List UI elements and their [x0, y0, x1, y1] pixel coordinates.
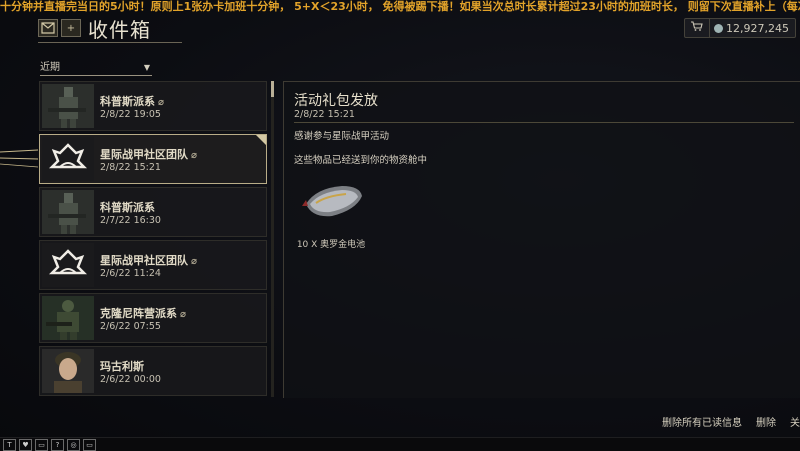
message-date: 2/8/22 15:21 — [100, 162, 161, 173]
detail-date: 2/8/22 15:21 — [294, 109, 355, 120]
message-date: 2/6/22 00:00 — [100, 374, 161, 385]
message-sender: 科普斯派系 — [100, 201, 155, 214]
taskbar-icon[interactable]: T — [3, 438, 16, 451]
delete-read-button[interactable]: 删除所有已读信息 — [662, 414, 742, 432]
stream-ticker: 十分钟并直播完当日的5小时！原则上1张办卡加班十分钟， 5+X＜23小时， 免得… — [0, 0, 800, 13]
message-sender: 星际战甲社区团队 — [100, 148, 188, 161]
taskbar-icon[interactable]: ▭ — [35, 438, 48, 451]
detail-title: 活动礼包发放 — [294, 93, 378, 109]
message-item[interactable]: 克隆尼阵营派系 ⌀ 2/6/22 07:55 — [39, 293, 267, 343]
paperclip-icon: ⌀ — [191, 150, 198, 161]
taskbar-icon[interactable]: ◎ — [67, 438, 80, 451]
attachment-label: 10 X 奥罗金电池 — [296, 240, 366, 250]
grineer-soldier-avatar — [42, 296, 94, 340]
message-item[interactable]: 星际战甲社区团队 ⌀ 2/6/22 11:24 — [39, 240, 267, 290]
page-title: 收件箱 — [88, 17, 151, 42]
taskbar: T ♥ ▭ ? ◎ ▭ — [0, 437, 800, 451]
attachment-item[interactable]: 10 X 奥罗金电池 — [296, 170, 366, 250]
message-list-scrollbar[interactable] — [271, 81, 274, 397]
mail-icon[interactable] — [38, 19, 58, 37]
detail-body-line2: 这些物品已经送到你的物资舱中 — [294, 155, 428, 166]
bottom-actions: 删除所有已读信息 删除 关 — [648, 414, 800, 432]
credits-display: 12,927,245 — [684, 18, 796, 38]
message-sender: 克隆尼阵营派系 — [100, 307, 177, 320]
paperclip-icon: ⌀ — [158, 97, 165, 108]
message-item-selected[interactable]: 星际战甲社区团队 ⌀ 2/8/22 15:21 — [39, 134, 267, 184]
message-sender: 星际战甲社区团队 — [100, 254, 188, 267]
corpus-soldier-avatar — [42, 84, 94, 128]
delete-button[interactable]: 删除 — [756, 414, 776, 432]
title-divider — [38, 42, 182, 43]
paperclip-icon: ⌀ — [191, 256, 198, 267]
message-sender: 玛古利斯 — [100, 360, 144, 373]
cart-icon[interactable] — [685, 19, 711, 37]
orokin-cell-icon — [302, 186, 362, 217]
paperclip-icon: ⌀ — [180, 309, 187, 320]
inbox-titlebar: + 收件箱 — [38, 14, 151, 42]
credits-icon — [714, 23, 724, 33]
woman-portrait-avatar — [42, 349, 94, 393]
message-date: 2/6/22 07:55 — [100, 321, 161, 332]
lotus-emblem-avatar — [42, 243, 94, 287]
message-list: 科普斯派系 ⌀ 2/8/22 19:05 星际战甲社区团队 ⌀ 2/8/22 15:… — [38, 81, 268, 397]
scrollbar-thumb[interactable] — [271, 81, 274, 97]
message-item[interactable]: 科普斯派系 ⌀ 2/8/22 19:05 — [39, 81, 267, 131]
taskbar-icon[interactable]: ? — [51, 438, 64, 451]
taskbar-icon[interactable]: ♥ — [19, 438, 32, 451]
message-detail-panel: 活动礼包发放 2/8/22 15:21 感谢参与星际战甲活动 这些物品已经送到你… — [283, 81, 800, 398]
detail-divider — [294, 122, 794, 123]
filter-selected: 近期 — [40, 62, 60, 73]
message-date: 2/7/22 16:30 — [100, 215, 161, 226]
add-icon[interactable]: + — [61, 19, 81, 37]
selected-corner-marker — [256, 135, 266, 145]
message-item[interactable]: 玛古利斯 2/6/22 00:00 — [39, 346, 267, 396]
message-sender: 科普斯派系 — [100, 95, 155, 108]
lotus-emblem-avatar — [42, 137, 94, 181]
close-button[interactable]: 关 — [790, 414, 800, 432]
credits-value: 12,927,245 — [726, 21, 789, 35]
corpus-soldier-avatar — [42, 190, 94, 234]
chevron-down-icon: ▼ — [143, 63, 150, 72]
decorative-lines — [0, 149, 39, 168]
message-item[interactable]: 科普斯派系 2/7/22 16:30 — [39, 187, 267, 237]
message-date: 2/8/22 19:05 — [100, 109, 161, 120]
detail-body-line1: 感谢参与星际战甲活动 — [294, 131, 390, 142]
filter-dropdown[interactable]: 近期 ▼ — [40, 61, 152, 76]
message-date: 2/6/22 11:24 — [100, 268, 161, 279]
taskbar-icon[interactable]: ▭ — [83, 438, 96, 451]
